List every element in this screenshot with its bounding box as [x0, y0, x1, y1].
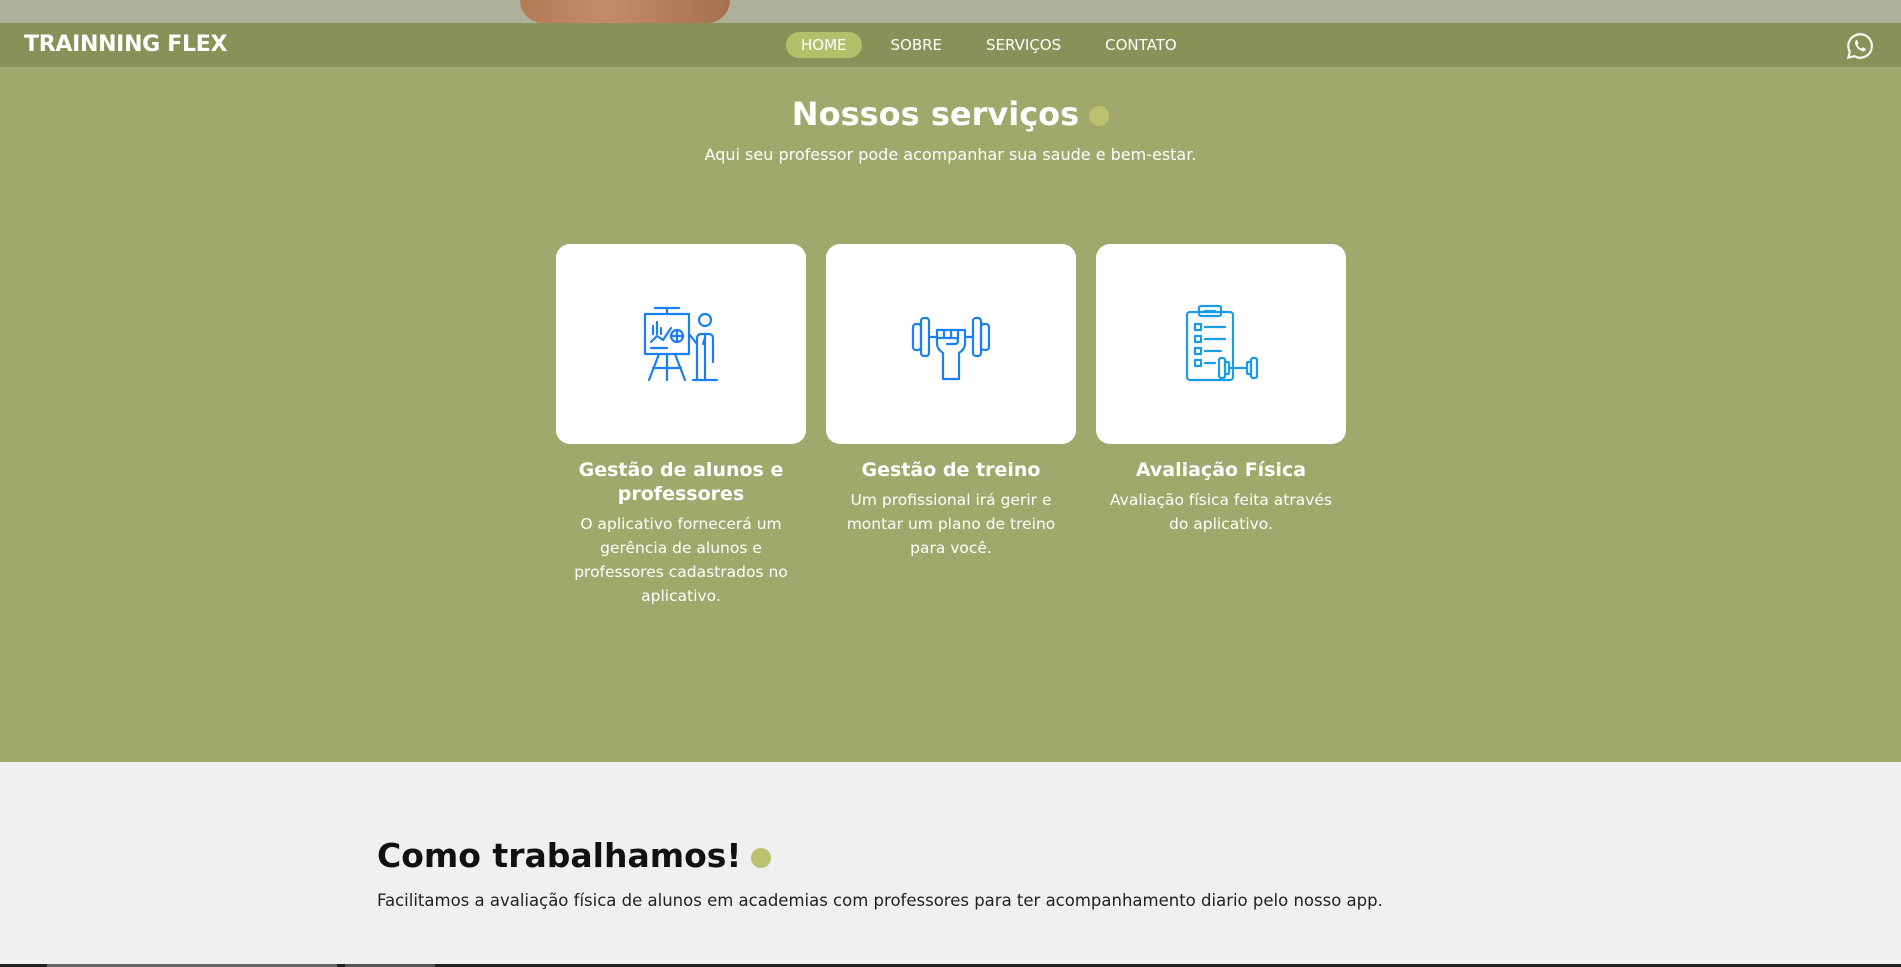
nav-sobre[interactable]: SOBRE: [876, 32, 958, 58]
service-card-image: [826, 244, 1076, 444]
presentation-icon: [643, 306, 719, 382]
service-cards: Gestão de alunos e professores O aplicat…: [556, 244, 1346, 608]
services-title-text: Nossos serviços: [791, 95, 1080, 133]
dumbbell-hand-icon: [911, 316, 991, 381]
how-we-work-section: Como trabalhamos! Facilitamos a avaliaçã…: [377, 836, 1577, 910]
title-dot-icon: [1089, 106, 1110, 126]
service-card-title: Gestão de treino: [861, 459, 1041, 481]
hero-image-fragment: [520, 0, 730, 23]
navbar: TRAINNING FLEX HOME SOBRE SERVIÇOS CONTA…: [0, 23, 1901, 67]
services-subtitle: Aqui seu professor pode acompanhar sua s…: [704, 145, 1197, 164]
service-card-title: Gestão de alunos e professores: [578, 459, 784, 505]
services-section: Nossos serviços Aqui seu professor pode …: [0, 67, 1901, 762]
how-text: Facilitamos a avaliação física de alunos…: [377, 891, 1383, 910]
service-card: Gestão de treino Um profissional irá ger…: [826, 244, 1076, 608]
service-card: Gestão de alunos e professores O aplicat…: [556, 244, 806, 608]
service-card-image: [1096, 244, 1346, 444]
service-card-image: [556, 244, 806, 444]
nav-home[interactable]: HOME: [786, 32, 862, 58]
service-card-title: Avaliação Física: [1135, 459, 1307, 481]
main-nav: HOME SOBRE SERVIÇOS CONTATO: [786, 23, 1192, 67]
service-card-desc: Avaliação física feita através do aplica…: [1109, 491, 1333, 533]
service-card-desc: Um profissional irá gerir e montar um pl…: [846, 491, 1056, 557]
services-title: Nossos serviços: [0, 95, 1901, 133]
clipboard-dumbbell-icon: [1185, 304, 1259, 382]
how-title-text: Como trabalhamos!: [377, 836, 742, 875]
hero-image-strip: [0, 0, 1901, 23]
service-card-desc: O aplicativo fornecerá um gerência de al…: [574, 515, 788, 605]
brand-logo[interactable]: TRAINNING FLEX: [24, 23, 227, 67]
nav-contato[interactable]: CONTATO: [1090, 32, 1192, 58]
whatsapp-icon[interactable]: [1845, 31, 1875, 61]
service-card: Avaliação Física Avaliação física feita …: [1096, 244, 1346, 608]
title-dot-icon: [751, 847, 772, 868]
how-title: Como trabalhamos!: [377, 836, 1577, 875]
nav-servicos[interactable]: SERVIÇOS: [971, 32, 1076, 58]
